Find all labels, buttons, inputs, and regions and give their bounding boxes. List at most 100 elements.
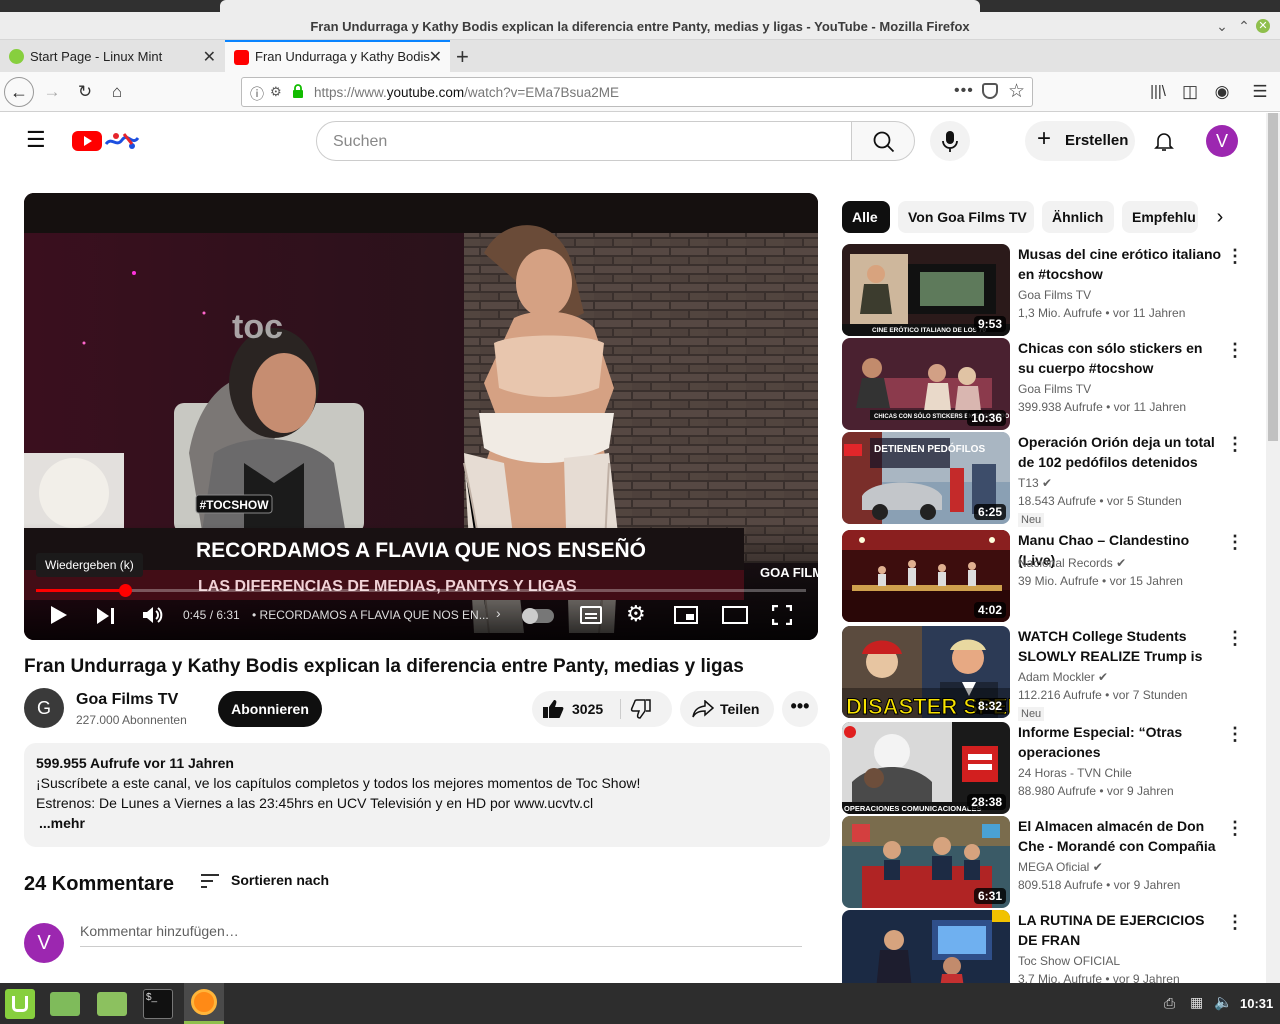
- description-box[interactable]: 599.955 Aufrufe vor 11 Jahren ¡Suscríbet…: [24, 743, 830, 847]
- channel-avatar[interactable]: G: [24, 688, 64, 728]
- recommendation-title[interactable]: Chicas con sólo stickers en su cuerpo #t…: [1018, 338, 1222, 378]
- network-icon[interactable]: ▦: [1190, 994, 1203, 1011]
- recommendation-channel[interactable]: Adam Mockler ✔: [1018, 670, 1108, 684]
- like-button[interactable]: 3025: [532, 691, 620, 727]
- more-options-icon[interactable]: ⋮: [1226, 818, 1244, 839]
- recommendation-item[interactable]: CINE ERÓTICO ITALIANO DE LOS 70 9:53 Mus…: [842, 244, 1272, 336]
- account-icon[interactable]: ◉: [1210, 80, 1234, 104]
- volume-tray-icon[interactable]: 🔈: [1214, 993, 1233, 1011]
- menu-icon[interactable]: ☰: [1248, 80, 1272, 104]
- recommendation-channel[interactable]: Toc Show OFICIAL: [1018, 954, 1120, 968]
- close-tab-icon[interactable]: ✕: [203, 47, 216, 67]
- recommendation-title[interactable]: Musas del cine erótico italiano en #tocs…: [1018, 244, 1222, 284]
- reload-icon[interactable]: ↻: [73, 80, 97, 104]
- forward-button[interactable]: →: [40, 80, 64, 104]
- close-window-icon[interactable]: ✕: [1256, 19, 1270, 33]
- fullscreen-icon[interactable]: [771, 604, 793, 626]
- recommendation-item[interactable]: CHICAS CON SÓLO STICKERS EN EL CUERPO 10…: [842, 338, 1272, 430]
- sort-button[interactable]: Sortieren nach: [231, 872, 329, 888]
- maximize-icon[interactable]: ⌃: [1236, 18, 1252, 34]
- pocket-icon[interactable]: [982, 83, 998, 99]
- new-tab-icon[interactable]: +: [456, 44, 469, 70]
- bookmark-star-icon[interactable]: ☆: [1008, 80, 1025, 103]
- recommendation-title[interactable]: Informe Especial: “Otras operaciones com…: [1018, 722, 1222, 762]
- autoplay-toggle[interactable]: [522, 608, 554, 624]
- page-actions-icon[interactable]: •••: [954, 82, 974, 100]
- share-button[interactable]: Teilen: [680, 691, 774, 727]
- video-thumbnail[interactable]: CINE ERÓTICO ITALIANO DE LOS 70 9:53: [842, 244, 1010, 336]
- chips-next-chevron-icon[interactable]: ›: [1200, 201, 1240, 233]
- more-options-icon[interactable]: ⋮: [1226, 912, 1244, 933]
- recommendation-channel[interactable]: Goa Films TV: [1018, 288, 1091, 302]
- subtitles-icon[interactable]: [580, 606, 602, 624]
- chip-related[interactable]: Ähnlich: [1042, 201, 1114, 233]
- recommendation-title[interactable]: WATCH College Students SLOWLY REALIZE Tr…: [1018, 626, 1222, 666]
- video-thumbnail[interactable]: 4:02: [842, 530, 1010, 622]
- volume-icon[interactable]: [142, 605, 164, 625]
- close-tab-icon[interactable]: ✕: [429, 47, 442, 67]
- recommendation-channel[interactable]: MEGA Oficial ✔: [1018, 860, 1103, 874]
- video-thumbnail[interactable]: DETIENEN PEDÓFILOS 6:25: [842, 432, 1010, 524]
- recommendation-title[interactable]: Operación Orión deja un total de 102 ped…: [1018, 432, 1222, 472]
- next-video-icon[interactable]: [96, 607, 116, 625]
- more-options-icon[interactable]: ⋮: [1226, 246, 1244, 267]
- back-button[interactable]: ←: [4, 77, 34, 107]
- video-player[interactable]: #TOCSHOW RECORDAMOS A FLAVIA QUE NOS ENS…: [24, 193, 818, 640]
- video-thumbnail[interactable]: OPERACIONES COMUNICACIONALES 28:38: [842, 722, 1010, 814]
- account-avatar[interactable]: V: [1206, 125, 1238, 157]
- minimize-icon[interactable]: ⌄: [1214, 18, 1230, 34]
- recommendation-channel[interactable]: T13 ✔: [1018, 476, 1052, 490]
- progress-bar[interactable]: [36, 584, 806, 597]
- recommendation-item[interactable]: DISASTER SPEECH 8:32 WATCH College Stude…: [842, 626, 1272, 721]
- channel-name[interactable]: Goa Films TV: [76, 691, 178, 709]
- recommendation-channel[interactable]: Nacional Records ✔: [1018, 556, 1126, 570]
- file-manager-icon[interactable]: [97, 992, 127, 1016]
- more-options-icon[interactable]: ⋮: [1226, 628, 1244, 649]
- recommendation-channel[interactable]: Goa Films TV: [1018, 382, 1091, 396]
- settings-gear-icon[interactable]: ⚙: [626, 603, 646, 625]
- taskbar-firefox-button[interactable]: [184, 983, 224, 1024]
- chapter-title[interactable]: • RECORDAMOS A FLAVIA QUE NOS EN...: [252, 608, 489, 622]
- search-button[interactable]: [851, 121, 915, 161]
- home-icon[interactable]: ⌂: [105, 80, 129, 104]
- hamburger-menu-icon[interactable]: ☰: [26, 129, 46, 151]
- search-input[interactable]: Suchen: [316, 121, 852, 161]
- chapter-chevron-icon[interactable]: ›: [496, 605, 501, 621]
- more-actions-icon[interactable]: •••: [782, 691, 818, 727]
- more-options-icon[interactable]: ⋮: [1226, 340, 1244, 361]
- more-options-icon[interactable]: ⋮: [1226, 532, 1244, 553]
- library-icon[interactable]: |||\: [1146, 80, 1170, 104]
- printer-icon[interactable]: ⎙: [1164, 995, 1175, 1012]
- show-desktop-icon[interactable]: [50, 992, 80, 1016]
- tab-youtube[interactable]: Fran Undurraga y Kathy Bodis ✕: [225, 40, 450, 72]
- create-button[interactable]: + Erstellen: [1025, 121, 1135, 161]
- recommendation-title[interactable]: LA RUTINA DE EJERCICIOS DE FRAN: [1018, 910, 1222, 950]
- chip-from-channel[interactable]: Von Goa Films TV: [898, 201, 1034, 233]
- show-more-link[interactable]: ...mehr: [36, 813, 818, 833]
- voice-search-button[interactable]: [930, 121, 970, 161]
- url-bar[interactable]: ⓘ ⚙ https://www.youtube.com/watch?v=EMa7…: [241, 77, 1033, 107]
- terminal-icon[interactable]: $_: [143, 989, 173, 1019]
- miniplayer-icon[interactable]: [674, 606, 698, 624]
- recommendation-item[interactable]: 4:02 Manu Chao – Clandestino (Live) Naci…: [842, 530, 1272, 622]
- chip-recommended[interactable]: Empfehlu: [1122, 201, 1198, 233]
- sidebar-icon[interactable]: ◫: [1178, 80, 1202, 104]
- recommendation-channel[interactable]: 24 Horas - TVN Chile: [1018, 766, 1132, 780]
- sort-icon[interactable]: [200, 872, 224, 892]
- recommendation-title[interactable]: El Almacen almacén de Don Che - Morandé …: [1018, 816, 1222, 856]
- permissions-icon[interactable]: ⚙: [270, 84, 282, 100]
- comment-input[interactable]: Kommentar hinzufügen…: [80, 923, 802, 947]
- info-icon[interactable]: ⓘ: [250, 84, 264, 104]
- video-thumbnail[interactable]: 6:31: [842, 816, 1010, 908]
- mint-menu-icon[interactable]: [5, 989, 35, 1019]
- notifications-bell-icon[interactable]: [1152, 129, 1176, 153]
- more-options-icon[interactable]: ⋮: [1226, 724, 1244, 745]
- recommendation-item[interactable]: LA RUTINA DE EJERCICIOS DE FRAN Toc Show…: [842, 910, 1272, 983]
- video-thumbnail[interactable]: DISASTER SPEECH 8:32: [842, 626, 1010, 718]
- subscribe-button[interactable]: Abonnieren: [218, 691, 322, 727]
- thumbs-down-icon[interactable]: [630, 699, 652, 719]
- recommendation-item[interactable]: 6:31 El Almacen almacén de Don Che - Mor…: [842, 816, 1272, 908]
- theater-mode-icon[interactable]: [722, 606, 748, 624]
- youtube-logo[interactable]: [72, 130, 152, 152]
- progress-scrubber[interactable]: [118, 584, 132, 597]
